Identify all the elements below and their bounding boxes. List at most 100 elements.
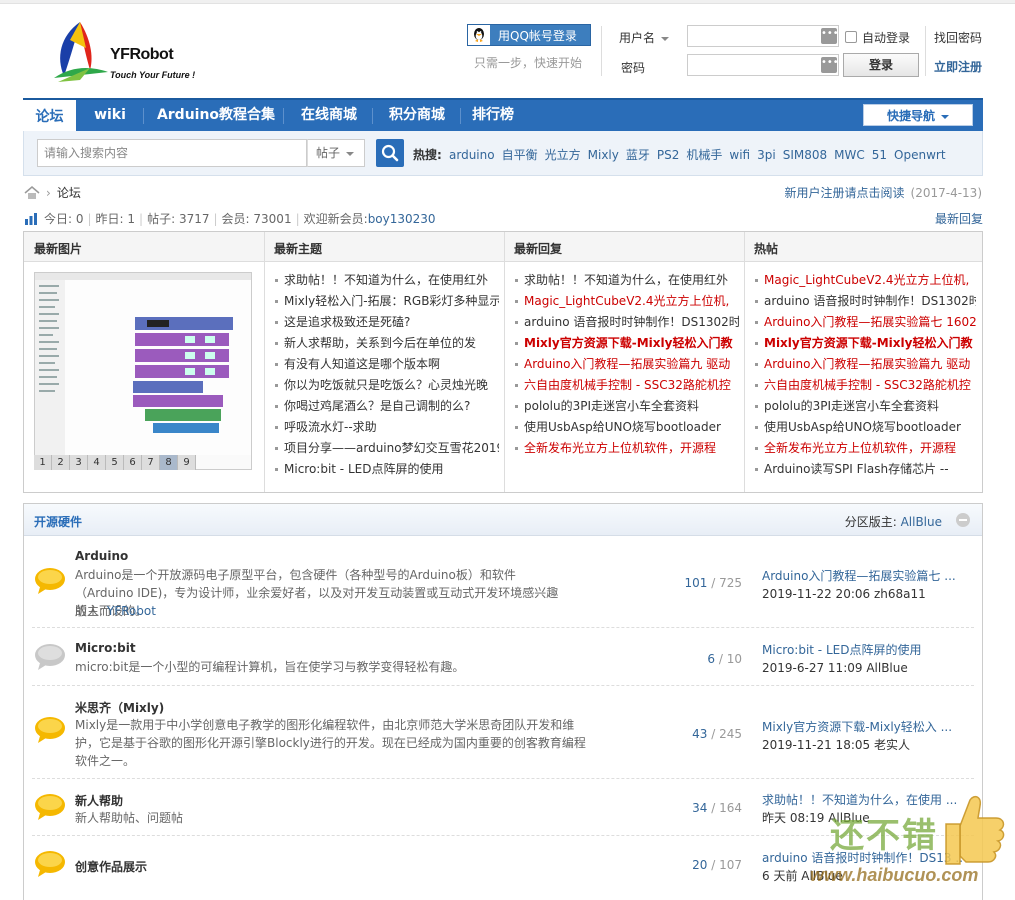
list-item[interactable]: 有没有人知道这是哪个版本啊 <box>274 354 499 375</box>
auto-login-checkbox[interactable] <box>845 31 857 43</box>
nav-divider <box>460 108 461 124</box>
list-item[interactable]: pololu的3PI走迷宫小车全套资料 <box>514 396 739 417</box>
board-name[interactable]: 米思齐（Mixly) <box>75 699 164 716</box>
board-name[interactable]: 新人帮助 <box>75 792 123 809</box>
pager-item[interactable]: 9 <box>178 455 196 470</box>
list-item[interactable]: 求助帖！！不知道为什么，在使用红外 <box>514 270 739 291</box>
keyboard-dots-icon[interactable]: ••• <box>821 57 839 73</box>
password-input[interactable]: ••• <box>687 54 839 76</box>
register-link[interactable]: 立即注册 <box>934 58 982 75</box>
hot-posts-list: Magic_LightCubeV2.4光立方上位机, arduino 语音报时时… <box>754 270 976 480</box>
nav-item-ranking[interactable]: 排行榜 <box>465 100 521 131</box>
board-moderator-link[interactable]: YFRobot <box>107 604 156 618</box>
nav-item-forum[interactable]: 论坛 <box>23 100 76 131</box>
stats-members: 会员: 73001 <box>221 212 292 226</box>
moderator-link[interactable]: AllBlue <box>901 515 942 529</box>
find-password-link[interactable]: 找回密码 <box>934 29 982 46</box>
list-item[interactable]: 六自由度机械手控制 - SSC32路舵机控 <box>754 375 976 396</box>
list-item[interactable]: Mixly官方资源下载-Mixly轻松入门教 <box>754 333 976 354</box>
last-post-title[interactable]: Arduino入门教程—拓展实验篇七 ... <box>762 567 962 585</box>
last-post-title[interactable]: Micro:bit - LED点阵屏的使用 <box>762 641 962 659</box>
nav-item-arduino-tutorials[interactable]: Arduino教程合集 <box>149 100 283 131</box>
home-icon[interactable] <box>24 185 40 200</box>
pager-item-current[interactable]: 8 <box>160 455 178 470</box>
hot-search-item[interactable]: PS2 <box>657 148 680 162</box>
list-item[interactable]: Mixly官方资源下载-Mixly轻松入门教 <box>514 333 739 354</box>
list-item[interactable]: Arduino入门教程—拓展实验篇七 1602 <box>754 312 976 333</box>
list-item[interactable]: Mixly轻松入门-拓展：RGB彩灯多种显示 <box>274 291 499 312</box>
board-counts: 34 / 164 <box>692 801 742 815</box>
new-member-link[interactable]: boy130230 <box>368 212 436 226</box>
pager-item[interactable]: 7 <box>142 455 160 470</box>
hot-search-item[interactable]: 机械手 <box>686 148 722 162</box>
list-item[interactable]: arduino 语音报时时钟制作！DS1302时 <box>754 291 976 312</box>
nav-item-shop[interactable]: 在线商城 <box>289 100 369 131</box>
hot-search-item[interactable]: 光立方 <box>545 148 581 162</box>
search-type-select[interactable]: 帖子 <box>307 139 365 167</box>
list-item[interactable]: Magic_LightCubeV2.4光立方上位机, <box>514 291 739 312</box>
qq-login-button[interactable]: 用QQ帐号登录 <box>467 24 591 46</box>
nav-item-points-shop[interactable]: 积分商城 <box>377 100 457 131</box>
hot-search-item[interactable]: 51 <box>872 148 887 162</box>
quick-nav-label: 快捷导航 <box>886 109 935 123</box>
list-item[interactable]: Magic_LightCubeV2.4光立方上位机, <box>754 270 976 291</box>
pager-item[interactable]: 6 <box>124 455 142 470</box>
login-button[interactable]: 登录 <box>843 53 919 77</box>
stats-yesterday: 昨日: 1 <box>95 212 136 226</box>
search-button[interactable] <box>376 139 404 167</box>
list-item[interactable]: 六自由度机械手控制 - SSC32路舵机控 <box>514 375 739 396</box>
list-item[interactable]: 全新发布光立方上位机软件，开源程 <box>754 438 976 459</box>
list-item[interactable]: 你喝过鸡尾酒么？是自己调制的么? <box>274 396 499 417</box>
hot-search-item[interactable]: 3pi <box>757 148 776 162</box>
hot-search-item[interactable]: arduino <box>449 148 495 162</box>
pager-item[interactable]: 5 <box>106 455 124 470</box>
latest-image-thumbnail[interactable] <box>34 272 252 470</box>
auto-login-label[interactable]: 自动登录 <box>862 29 910 46</box>
last-post-title[interactable]: 求助帖！！不知道为什么，在使用 ... <box>762 791 962 809</box>
list-item[interactable]: arduino 语音报时时钟制作！DS1302时 <box>514 312 739 333</box>
list-item[interactable]: 全新发布光立方上位机软件，开源程 <box>514 438 739 459</box>
list-item[interactable]: Arduino入门教程—拓展实验篇九 驱动 <box>754 354 976 375</box>
collapse-icon[interactable] <box>956 513 970 527</box>
breadcrumb-current[interactable]: 论坛 <box>57 184 81 201</box>
last-post-title[interactable]: Mixly官方资源下载-Mixly轻松入 ... <box>762 718 962 736</box>
username-type-selector[interactable]: 用户名 <box>619 29 670 46</box>
pager-item[interactable]: 3 <box>70 455 88 470</box>
search-input[interactable]: 请输入搜索内容 <box>37 139 307 167</box>
site-logo[interactable]: YFRobot Touch Your Future ! <box>50 18 210 88</box>
list-item[interactable]: Arduino入门教程—拓展实验篇九 驱动 <box>514 354 739 375</box>
register-notice[interactable]: 新用户注册请点击阅读 (2017-4-13) <box>785 184 982 201</box>
hot-search-item[interactable]: Openwrt <box>894 148 946 162</box>
list-item[interactable]: 呼吸流水灯--求助 <box>274 417 499 438</box>
list-item[interactable]: 使用UsbAsp给UNO烧写bootloader <box>754 417 976 438</box>
last-post-title[interactable]: arduino 语音报时时钟制作！DS13 ... <box>762 849 962 867</box>
pager-item[interactable]: 2 <box>52 455 70 470</box>
hot-search-item[interactable]: Mixly <box>588 148 619 162</box>
list-item[interactable]: Micro:bit - LED点阵屏的使用 <box>274 459 499 480</box>
username-input[interactable]: ••• <box>687 25 839 47</box>
keyboard-dots-icon[interactable]: ••• <box>821 28 839 44</box>
hot-search-item[interactable]: 自平衡 <box>502 148 538 162</box>
nav-item-wiki[interactable]: wiki <box>83 100 137 131</box>
forum-section-title[interactable]: 开源硬件 <box>34 513 82 530</box>
list-item[interactable]: 新人求帮助，关系到今后在单位的发 <box>274 333 499 354</box>
list-item[interactable]: pololu的3PI走迷宫小车全套资料 <box>754 396 976 417</box>
list-item[interactable]: 项目分享——arduino梦幻交互雪花2019 <box>274 438 499 459</box>
list-item[interactable]: 这是追求极致还是死磕? <box>274 312 499 333</box>
hot-search-item[interactable]: 蓝牙 <box>626 148 650 162</box>
board-name[interactable]: Micro:bit <box>75 641 136 655</box>
hot-search-item[interactable]: wifi <box>729 148 750 162</box>
list-item[interactable]: 使用UsbAsp给UNO烧写bootloader <box>514 417 739 438</box>
notice-text[interactable]: 新用户注册请点击阅读 <box>785 186 905 200</box>
latest-reply-link[interactable]: 最新回复 <box>935 210 983 227</box>
quick-nav-button[interactable]: 快捷导航 <box>863 104 973 126</box>
board-name[interactable]: 创意作品展示 <box>75 858 147 875</box>
pager-item[interactable]: 1 <box>34 455 52 470</box>
list-item[interactable]: 求助帖！！不知道为什么，在使用红外 <box>274 270 499 291</box>
hot-search-item[interactable]: MWC <box>834 148 865 162</box>
board-name[interactable]: Arduino <box>75 549 128 563</box>
list-item[interactable]: Arduino读写SPI Flash存储芯片 -- <box>754 459 976 480</box>
pager-item[interactable]: 4 <box>88 455 106 470</box>
hot-search-item[interactable]: SIM808 <box>783 148 827 162</box>
list-item[interactable]: 你以为吃饭就只是吃饭么？心灵烛光晚 <box>274 375 499 396</box>
